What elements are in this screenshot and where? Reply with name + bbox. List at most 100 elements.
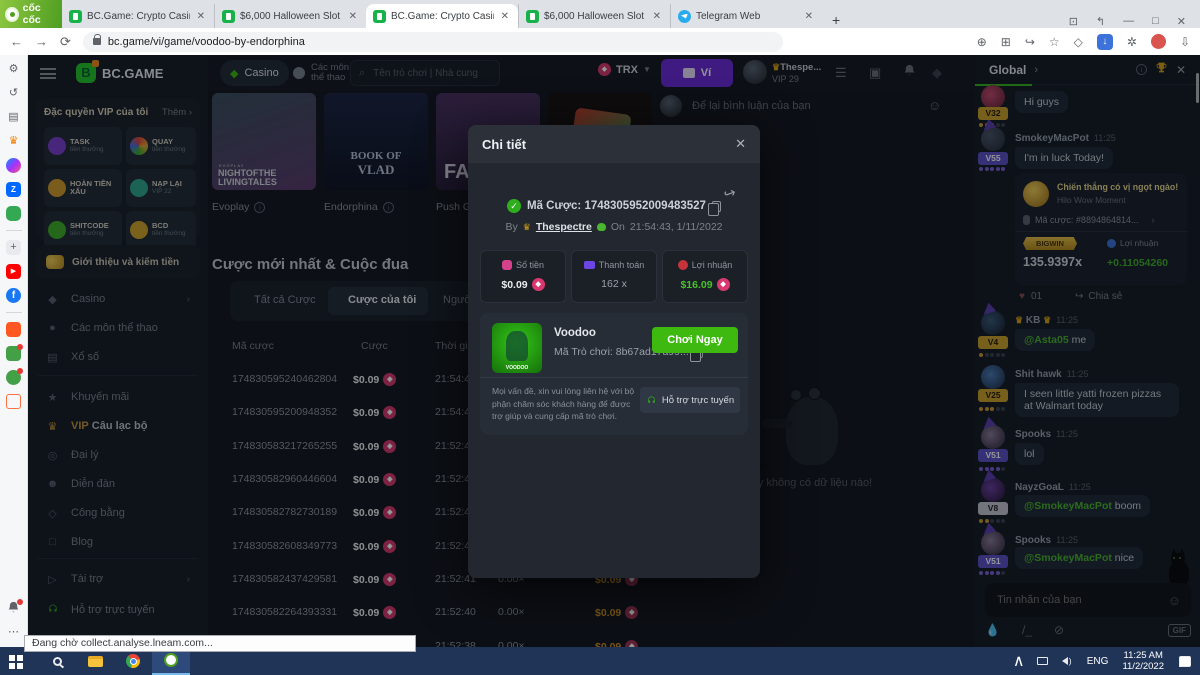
profit-icon [678,260,688,270]
browser-tab-2[interactable]: $6,000 Halloween Slot Battle ✕ [214,4,366,28]
coccoc-brand[interactable]: cốc cốc [0,0,62,28]
more-icon[interactable]: ⋯ [6,625,21,640]
shield-icon[interactable]: ◇ [1074,35,1083,49]
coccoc-brand-label: cốc cốc [23,2,57,26]
save-page-icon[interactable]: ⊕ [977,35,987,49]
bookmark-star-icon[interactable]: ☆ [1049,35,1060,49]
amount-icon [502,260,512,270]
chat-app-icon[interactable] [6,370,21,385]
browser-tab-3-active[interactable]: BC.Game: Crypto Casino Gan ✕ [366,4,518,28]
time: 11:25 AM [1124,650,1163,661]
sidebar-toggle-icon[interactable]: ↰ [1096,15,1105,28]
browser-tab-bar: cốc cốc BC.Game: Crypto Casino Gam ✕ $6,… [0,0,1200,28]
bet-id-row: ✓ Mã Cược: 1748305952009483527 [468,199,760,213]
back-icon[interactable]: ← [10,34,23,49]
browser-status-text: Đang chờ collect.analyse.lneam.com... [24,635,416,652]
copy-icon[interactable] [712,201,721,212]
minimize-button[interactable]: — [1123,15,1134,28]
bcgame-favicon [69,10,82,23]
tab-close-icon[interactable]: ✕ [651,11,663,22]
play-now-button[interactable]: Chơi Ngay [652,327,738,353]
stat-amount: Số tiền $0.09 [480,250,566,303]
news-feed-icon[interactable]: ▤ [6,110,21,125]
verified-icon: ✓ [507,199,521,213]
bcgame-favicon [373,10,386,23]
translate-icon[interactable]: ⊞ [1001,35,1011,49]
url-text: bc.game/vi/game/voodoo-by-endorphina [108,36,305,48]
action-center-icon[interactable] [1170,647,1200,675]
zalo-icon[interactable]: Z [6,182,21,197]
coccoc-logo-icon [5,7,19,22]
clock[interactable]: 11:25 AM11/2/2022 [1116,650,1170,672]
share-icon[interactable]: ↪ [1025,35,1035,49]
trx-coin-icon [532,278,545,291]
game-panel: VOODOO Voodoo Mã Trò chơi: 8b67ad17a99..… [480,313,748,435]
new-tab-button[interactable]: + [822,12,850,28]
chat-panel: Global › i ✕ V32 Hi guys SmokeyMacPot11:… [975,55,1200,647]
thumb-label: VOODOO [492,365,542,371]
tab-close-icon[interactable]: ✕ [195,11,207,22]
telegram-favicon [678,10,691,23]
sale-1111-icon[interactable] [6,322,21,337]
tab-title: Telegram Web [696,11,798,22]
url-box[interactable]: bc.game/vi/game/voodoo-by-endorphina [83,32,783,52]
bcgame-page: B BC.GAME Đặc quyền VIP của tôi Thêm › T… [28,55,975,647]
facebook-icon[interactable]: f [6,288,21,303]
language-indicator[interactable]: ENG [1079,656,1117,667]
cart-icon[interactable] [6,394,21,409]
address-bar: ← → ⟳ bc.game/vi/game/voodoo-by-endorphi… [0,28,1200,55]
messenger-icon[interactable] [6,158,21,173]
tray-expand-caret[interactable]: ∧ [1007,647,1031,675]
modal-close-icon[interactable]: ✕ [735,136,746,152]
modal-title: Chi tiết [482,137,526,152]
extensions-icon[interactable]: ✲ [1127,35,1137,49]
tab-title: BC.Game: Crypto Casino Gam [87,11,190,22]
bcgame-favicon [526,10,539,23]
youtube-icon[interactable]: ▶ [6,264,21,279]
bet-detail-modal: Chi tiết ✕ ↪ ✓ Mã Cược: 1748305952009483… [468,125,760,578]
divider [6,312,22,313]
bettor-link[interactable]: Thespectre [536,221,592,233]
bet-id-value: 1748305952009483527 [584,200,706,212]
divider [6,230,22,231]
close-button[interactable]: ✕ [1177,15,1186,28]
tab-close-icon[interactable]: ✕ [803,11,815,22]
bcgame-favicon [222,10,235,23]
lock-icon [93,38,101,45]
bettor-row: By ♛ Thespectre On 21:54:43, 1/11/2022 [468,221,760,233]
date: 11/2/2022 [1122,661,1164,672]
browser-tab-4[interactable]: $6,000 Halloween Slot Battle ✕ [518,4,670,28]
browser-tab-5[interactable]: Telegram Web ✕ [670,4,822,28]
browser-tab-1[interactable]: BC.Game: Crypto Casino Gam ✕ [62,4,214,28]
downloads-tray-icon[interactable]: ⇩ [1180,35,1190,49]
tab-search-icon[interactable]: ⊡ [1069,15,1078,28]
chat-dim-overlay [975,55,1200,647]
reload-icon[interactable]: ⟳ [60,34,71,50]
tab-close-icon[interactable]: ✕ [347,11,359,22]
voodoo-thumbnail[interactable]: VOODOO [492,323,542,373]
add-shortcut-icon[interactable]: + [6,240,21,255]
forward-icon[interactable]: → [35,34,48,49]
trx-coin-icon [717,278,730,291]
divider [480,377,748,378]
download-active-icon[interactable]: ↓ [1097,34,1113,50]
game-name: Voodoo [554,327,596,339]
profile-avatar-icon[interactable] [1151,34,1166,49]
history-icon[interactable]: ↺ [6,86,21,101]
bell-icon[interactable] [6,601,21,616]
tab-title: BC.Game: Crypto Casino Gan [391,11,494,22]
bet-id-label: Mã Cược: [527,200,581,212]
network-icon[interactable] [1031,647,1055,675]
games-icon[interactable] [6,206,21,221]
tab-title: $6,000 Halloween Slot Battle [544,11,646,22]
speaker-icon[interactable]: ) [1055,647,1079,675]
gift-icon[interactable] [6,346,21,361]
maximize-button[interactable]: □ [1152,15,1159,28]
support-button[interactable]: Hỗ trợ trực tuyến [640,387,740,413]
support-text: Mọi vấn đề, xin vui lòng liên hệ với bộ … [492,385,637,423]
tab-close-icon[interactable]: ✕ [499,11,511,22]
by-label: By [505,221,517,233]
settings-gear-icon[interactable]: ⚙ [6,62,21,77]
crown-vip-icon[interactable]: ♛ [6,134,21,149]
bet-datetime: 21:54:43, 1/11/2022 [630,221,723,233]
